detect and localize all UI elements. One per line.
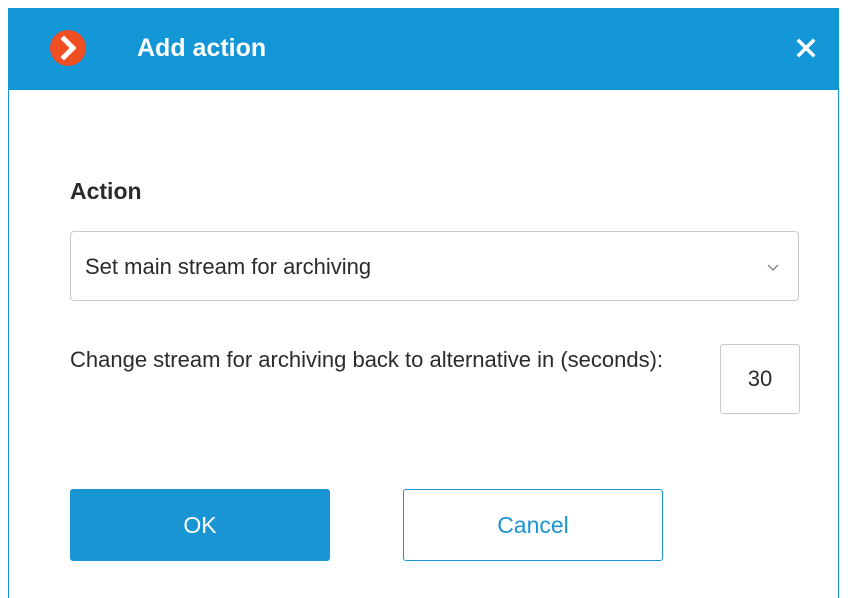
chevron-down-icon bbox=[766, 260, 780, 272]
cancel-button[interactable]: Cancel bbox=[403, 489, 663, 561]
stream-back-label: Change stream for archiving back to alte… bbox=[70, 347, 664, 372]
app-logo-icon bbox=[50, 30, 86, 66]
action-select[interactable]: Set main stream for archiving bbox=[70, 231, 799, 301]
dialog-title: Add action bbox=[137, 34, 267, 62]
action-label: Action bbox=[70, 178, 142, 204]
action-select-value: Set main stream for archiving bbox=[85, 254, 372, 279]
title-bar: Add action bbox=[9, 8, 838, 90]
seconds-input[interactable] bbox=[720, 344, 800, 414]
add-action-dialog: Add action Action Set main stream for ar… bbox=[8, 8, 839, 598]
close-icon[interactable] bbox=[788, 30, 824, 66]
ok-button[interactable]: OK bbox=[70, 489, 330, 561]
